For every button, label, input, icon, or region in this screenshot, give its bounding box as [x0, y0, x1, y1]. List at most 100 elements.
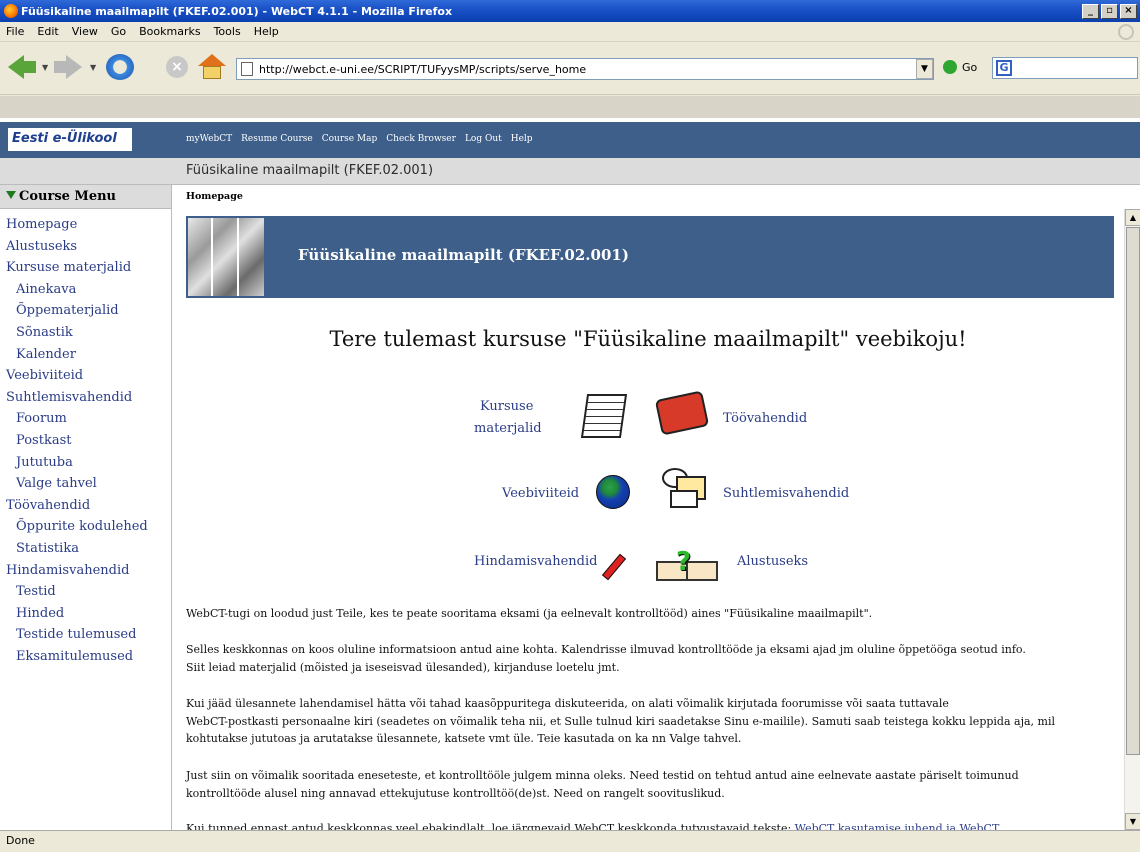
menu-item-statistika[interactable]: Statistika	[0, 538, 171, 560]
course-title: Füüsikaline maailmapilt (FKEF.02.001)	[186, 163, 434, 178]
paragraph-3: Kui jääd ülesannete lahendamisel hätta v…	[186, 695, 1106, 748]
url-bar[interactable]: http://webct.e-uni.ee/SCRIPT/TUFyysMP/sc…	[236, 58, 934, 80]
menu-item-toovahendid[interactable]: Töövahendid	[0, 495, 171, 517]
menu-go[interactable]: Go	[111, 25, 126, 38]
webct-header: Eesti e-Ülikool myWebCT Resume Course Co…	[0, 122, 1140, 158]
menu-item-foorum[interactable]: Foorum	[0, 408, 171, 430]
link-resume-course[interactable]: Resume Course	[241, 134, 313, 144]
main-content: Füüsikaline maailmapilt (FKEF.02.001) Te…	[172, 209, 1124, 830]
menu-help[interactable]: Help	[254, 25, 279, 38]
minimize-button[interactable]: _	[1082, 3, 1099, 19]
menu-item-veebiviiteid[interactable]: Veebiviiteid	[0, 365, 171, 387]
scroll-thumb[interactable]	[1126, 227, 1140, 755]
scroll-up-icon[interactable]: ▲	[1125, 209, 1140, 226]
menu-bookmarks[interactable]: Bookmarks	[139, 25, 200, 38]
forward-arrow-icon[interactable]	[66, 55, 82, 79]
link-help[interactable]: Help	[511, 134, 533, 144]
page-icon	[241, 62, 253, 76]
link-hindamisvahendid[interactable]: Hindamisvahendid	[474, 554, 597, 569]
menu-item-oppurite-kodulehed[interactable]: Õppurite kodulehed	[0, 516, 171, 538]
paragraph-2-line-1: Selles keskkonnas on koos oluline inform…	[186, 643, 1026, 656]
link-mywebct[interactable]: myWebCT	[186, 134, 232, 144]
bookmarks-strip	[0, 96, 1140, 118]
window-titlebar: Füüsikaline maailmapilt (FKEF.02.001) - …	[0, 0, 1140, 22]
paragraph-2: Selles keskkonnas on koos oluline inform…	[186, 641, 1106, 676]
collapse-triangle-icon[interactable]	[6, 191, 16, 199]
menu-item-hinded[interactable]: Hinded	[0, 603, 171, 625]
link-suhtlemisvahendid[interactable]: Suhtlemisvahendid	[723, 486, 849, 501]
paragraph-3-line-3: kohtutakse jututoas ja arutatakse ülesan…	[186, 732, 742, 745]
menu-edit[interactable]: Edit	[37, 25, 58, 38]
breadcrumb-homepage: Homepage	[186, 191, 243, 202]
menu-item-testid[interactable]: Testid	[0, 581, 171, 603]
document-icon[interactable]	[580, 394, 628, 438]
menu-item-jututuba[interactable]: Jututuba	[0, 452, 171, 474]
menu-item-sonastik[interactable]: Sõnastik	[0, 322, 171, 344]
paragraph-5: Kui tunned ennast antud keskkonnas veel …	[186, 820, 1106, 830]
menubar: File Edit View Go Bookmarks Tools Help	[0, 22, 1140, 42]
link-alustuseks[interactable]: Alustuseks	[737, 554, 808, 569]
link-veebiviiteid[interactable]: Veebiviiteid	[502, 486, 579, 501]
link-webct-guide[interactable]: WebCT kasutamise juhend ja WebCT	[795, 822, 1000, 830]
paragraph-5-text: Kui tunned ennast antud keskkonnas veel …	[186, 822, 795, 830]
back-dropdown-icon[interactable]: ▼	[42, 63, 48, 72]
back-arrow-tail[interactable]	[22, 61, 36, 73]
pencil-icon[interactable]	[601, 553, 627, 581]
banner-photo	[188, 218, 264, 296]
course-title-bar: Füüsikaline maailmapilt (FKEF.02.001)	[0, 158, 1140, 185]
menu-file[interactable]: File	[6, 25, 24, 38]
stop-icon[interactable]: ×	[166, 56, 188, 78]
forward-dropdown-icon[interactable]: ▼	[90, 63, 96, 72]
banner-title: Füüsikaline maailmapilt (FKEF.02.001)	[298, 246, 629, 264]
menu-item-eksamitulemused[interactable]: Eksamitulemused	[0, 646, 171, 668]
menu-item-suhtlemisvahendid[interactable]: Suhtlemisvahendid	[0, 387, 171, 409]
vertical-scrollbar[interactable]: ▲ ▼	[1124, 209, 1140, 830]
maximize-button[interactable]: ▫	[1101, 3, 1118, 19]
menu-tools[interactable]: Tools	[214, 25, 241, 38]
menu-item-testide-tulemused[interactable]: Testide tulemused	[0, 624, 171, 646]
webct-links: myWebCT Resume Course Course Map Check B…	[186, 134, 542, 144]
paragraph-1: WebCT-tugi on loodud just Teile, kes te …	[186, 605, 1106, 623]
paragraph-3-line-2: WebCT-postkasti personaalne kiri (seadet…	[186, 714, 1056, 728]
menu-item-postkast[interactable]: Postkast	[0, 430, 171, 452]
home-icon[interactable]	[198, 54, 226, 80]
paragraph-2-line-2: Siit leiad materjalid (mõisted ja isesei…	[186, 660, 620, 674]
search-input[interactable]: G	[992, 57, 1138, 79]
status-text: Done	[6, 834, 35, 847]
menu-item-ainekava[interactable]: Ainekava	[0, 279, 171, 301]
course-menu: Course Menu Homepage Alustuseks Kursuse …	[0, 185, 172, 830]
menu-item-oppematerjalid[interactable]: Õppematerjalid	[0, 300, 171, 322]
welcome-heading: Tere tulemast kursuse "Füüsikaline maail…	[329, 327, 967, 351]
paragraph-4: Just siin on võimalik sooritada enesetes…	[186, 767, 1106, 802]
menu-view[interactable]: View	[72, 25, 98, 38]
paragraph-3-line-1: Kui jääd ülesannete lahendamisel hätta v…	[186, 697, 949, 710]
url-dropdown-icon[interactable]: ▼	[916, 59, 933, 79]
reload-icon[interactable]	[106, 54, 134, 80]
link-kursuse-materjalid-line2[interactable]: materjalid	[474, 421, 542, 436]
url-text[interactable]: http://webct.e-uni.ee/SCRIPT/TUFyysMP/sc…	[259, 63, 586, 76]
menu-item-kursuse-materjalid[interactable]: Kursuse materjalid	[0, 257, 171, 279]
menu-item-kalender[interactable]: Kalender	[0, 344, 171, 366]
breadcrumb: Homepage	[172, 185, 1140, 209]
link-check-browser[interactable]: Check Browser	[386, 134, 456, 144]
firefox-icon	[4, 4, 18, 18]
course-menu-heading[interactable]: Course Menu	[0, 185, 171, 209]
go-button[interactable]: Go	[943, 60, 977, 74]
course-menu-list: Homepage Alustuseks Kursuse materjalid A…	[0, 209, 171, 667]
close-button[interactable]: ×	[1120, 3, 1137, 19]
menu-item-alustuseks[interactable]: Alustuseks	[0, 236, 171, 258]
menu-item-homepage[interactable]: Homepage	[0, 214, 171, 236]
menu-item-valge-tahvel[interactable]: Valge tahvel	[0, 473, 171, 495]
chat-bubbles-icon[interactable]	[662, 468, 708, 510]
menu-item-hindamisvahendid[interactable]: Hindamisvahendid	[0, 560, 171, 582]
google-icon[interactable]: G	[996, 60, 1012, 76]
scroll-down-icon[interactable]: ▼	[1125, 813, 1140, 830]
link-toovahendid[interactable]: Töövahendid	[723, 411, 807, 426]
globe-icon[interactable]	[596, 475, 630, 509]
link-kursuse-materjalid-line1[interactable]: Kursuse	[480, 399, 533, 414]
link-course-map[interactable]: Course Map	[322, 134, 378, 144]
book-question-icon[interactable]: ?	[656, 549, 720, 583]
logo[interactable]: Eesti e-Ülikool	[8, 128, 132, 151]
toolbox-icon[interactable]	[654, 390, 710, 436]
link-log-out[interactable]: Log Out	[465, 134, 502, 144]
